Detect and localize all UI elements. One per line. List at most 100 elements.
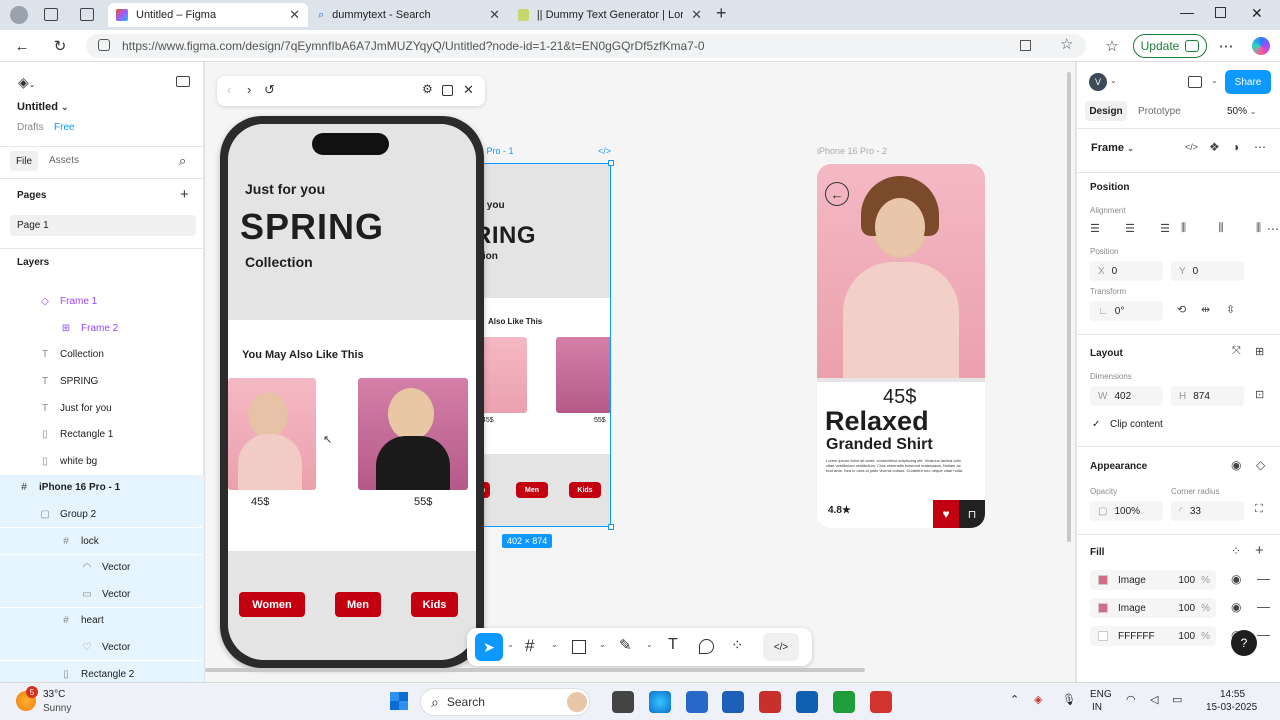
favorite-icon[interactable]: ☆ bbox=[1060, 35, 1073, 53]
close-tab-icon[interactable]: ✕ bbox=[691, 7, 702, 23]
camtasia-icon[interactable] bbox=[833, 691, 855, 713]
drafts-label[interactable]: Drafts bbox=[17, 122, 44, 133]
shape-tool-icon[interactable] bbox=[572, 640, 586, 654]
figma-menu-icon[interactable]: ◈⌄ bbox=[18, 74, 35, 91]
security-icon[interactable]: ◈ bbox=[1034, 693, 1042, 706]
partial-men-button[interactable]: Men bbox=[516, 482, 548, 498]
individual-corners-icon[interactable]: ⛶ bbox=[1255, 503, 1263, 516]
layer-row[interactable]: # iPhone 16 Pro - 1 bbox=[0, 474, 204, 501]
heart-icon[interactable]: ♥ bbox=[933, 500, 959, 528]
volume-icon[interactable]: ◁ bbox=[1150, 693, 1158, 706]
chevron-down-icon[interactable]: ⌄ bbox=[646, 640, 653, 649]
add-fill-icon[interactable]: + bbox=[1255, 542, 1264, 559]
width-field[interactable]: W 402 bbox=[1090, 386, 1163, 406]
layer-row[interactable]: ▯ Rectangle 1 bbox=[0, 422, 204, 448]
layer-row[interactable]: ◠ Vector bbox=[0, 554, 204, 581]
layer-row[interactable]: ▢ Group 2 bbox=[0, 501, 204, 528]
edge-browser-icon[interactable] bbox=[649, 691, 671, 713]
fill-field[interactable]: Image 100% bbox=[1090, 570, 1216, 590]
tab-actions-icon[interactable] bbox=[80, 8, 94, 21]
partial-kids-button[interactable]: Kids bbox=[569, 482, 601, 498]
layout-grid-icon[interactable]: ⊞ bbox=[1255, 345, 1264, 358]
actions-icon[interactable]: ⁘ bbox=[731, 636, 744, 654]
frame-type-select[interactable]: Frame ⌄ bbox=[1091, 142, 1134, 154]
layer-row[interactable]: # iPhone 16 Pro - 2 bbox=[0, 278, 204, 288]
vertical-scrollbar[interactable] bbox=[1067, 72, 1071, 542]
windows-start-icon[interactable] bbox=[390, 692, 408, 710]
address-bar[interactable]: https://www.figma.com/design/7qEymnfIbA6… bbox=[86, 34, 1086, 58]
blend-mode-icon[interactable]: ◇ bbox=[1256, 458, 1265, 472]
mcafee-icon[interactable] bbox=[759, 691, 781, 713]
back-arrow-icon[interactable]: ← bbox=[825, 182, 849, 206]
add-page-icon[interactable]: + bbox=[180, 186, 189, 203]
prev-icon[interactable]: ‹ bbox=[227, 83, 231, 97]
layer-row[interactable]: ▯ Rectangle 2 bbox=[0, 661, 204, 682]
layer-row[interactable]: ▭ Vector bbox=[0, 581, 204, 608]
chevron-down-icon[interactable]: ⌄ bbox=[1211, 76, 1218, 85]
more-options-icon[interactable]: ⋯ bbox=[1254, 140, 1266, 154]
battery-icon[interactable]: ▭ bbox=[1172, 693, 1182, 706]
maximize-icon[interactable] bbox=[1215, 7, 1226, 18]
wifi-icon[interactable]: ◠ bbox=[1126, 693, 1136, 706]
align-left-icon[interactable]: ☰ bbox=[1090, 222, 1100, 238]
profile-icon[interactable] bbox=[10, 6, 28, 24]
frame-iphone-16-pro-2[interactable]: ← 45$ Relaxed Granded Shirt Lorem ipsum … bbox=[817, 164, 985, 528]
file-title[interactable]: Untitled ⌄ bbox=[17, 101, 69, 113]
present-icon[interactable] bbox=[1188, 76, 1202, 88]
pen-tool-icon[interactable]: ✎ bbox=[619, 636, 632, 654]
tab-file[interactable]: File bbox=[10, 151, 38, 171]
back-icon[interactable]: ← bbox=[12, 36, 32, 56]
fill-row[interactable]: Image 100% ◉ — bbox=[1077, 568, 1280, 592]
open-external-icon[interactable] bbox=[442, 85, 453, 96]
dev-mode-toggle-icon[interactable]: </> bbox=[763, 633, 799, 661]
share-button[interactable]: Share bbox=[1225, 70, 1271, 94]
x-field[interactable]: X0 bbox=[1090, 261, 1163, 281]
tab-figma[interactable]: Untitled – Figma ✕ bbox=[108, 3, 308, 27]
fill-visibility-icon[interactable]: ◉ bbox=[1231, 572, 1241, 586]
flip-horizontal-icon[interactable]: ⇹ bbox=[1201, 303, 1210, 316]
mask-icon[interactable]: ◑ bbox=[1232, 140, 1239, 154]
outlook-icon[interactable] bbox=[796, 691, 818, 713]
fill-swatch[interactable] bbox=[1098, 603, 1108, 613]
clock-date[interactable]: 15-03-2025 bbox=[1206, 702, 1257, 713]
fill-field[interactable]: FFFFFF 100% bbox=[1090, 626, 1216, 646]
new-tab-icon[interactable]: + bbox=[716, 3, 727, 24]
avatar[interactable]: V bbox=[1089, 73, 1107, 91]
weather-temp[interactable]: 33°C bbox=[43, 689, 65, 700]
visibility-eye-icon[interactable]: ◉ bbox=[1231, 458, 1241, 472]
lang-2[interactable]: IN bbox=[1092, 702, 1102, 713]
code-icon[interactable]: </> bbox=[1185, 142, 1198, 152]
close-tab-icon[interactable]: ✕ bbox=[489, 7, 500, 23]
site-info-icon[interactable] bbox=[98, 39, 110, 51]
tab-dummy-text[interactable]: || Dummy Text Generator | Lorem ✕ bbox=[510, 3, 710, 27]
women-button[interactable]: Women bbox=[239, 592, 305, 617]
align-middle-icon[interactable]: ⫼ bbox=[1218, 222, 1223, 238]
close-tab-icon[interactable]: ✕ bbox=[289, 7, 300, 23]
toggle-sidebar-icon[interactable] bbox=[176, 76, 190, 87]
refresh-icon[interactable]: ↻ bbox=[50, 36, 70, 56]
lock-icon[interactable]: ⊓ bbox=[959, 500, 985, 528]
layer-row[interactable]: ⊞ Frame 2 bbox=[0, 315, 204, 341]
search-icon[interactable]: ⌕ bbox=[179, 153, 186, 169]
men-button[interactable]: Men bbox=[335, 592, 381, 617]
layer-row[interactable]: T SPRING bbox=[0, 368, 204, 394]
remove-fill-icon[interactable]: — bbox=[1257, 571, 1270, 586]
rotation-field[interactable]: ∟ 0° bbox=[1090, 301, 1163, 321]
chevron-down-icon[interactable]: ⌄ bbox=[507, 640, 514, 649]
weather-desc[interactable]: Sunny bbox=[43, 703, 71, 714]
layer-row[interactable]: # lock bbox=[0, 528, 204, 554]
kids-button[interactable]: Kids bbox=[411, 592, 458, 617]
close-preview-icon[interactable]: ✕ bbox=[463, 82, 474, 98]
fill-swatch[interactable] bbox=[1098, 631, 1108, 641]
lang-1[interactable]: ENG bbox=[1090, 689, 1112, 700]
settings-icon[interactable]: ⚙ bbox=[422, 82, 433, 96]
y-field[interactable]: Y0 bbox=[1171, 261, 1244, 281]
layer-row[interactable]: ♡ Vector bbox=[0, 634, 204, 661]
rotate-icon[interactable]: ⟲ bbox=[1177, 303, 1186, 316]
minimize-icon[interactable]: — bbox=[1180, 4, 1194, 20]
copilot-icon[interactable] bbox=[1252, 37, 1270, 55]
layer-row[interactable]: T Collection bbox=[0, 342, 204, 368]
height-field[interactable]: H 874 bbox=[1171, 386, 1244, 406]
chevron-down-icon[interactable]: ⌄ bbox=[551, 640, 558, 649]
styles-icon[interactable]: ⁘ bbox=[1231, 544, 1241, 558]
